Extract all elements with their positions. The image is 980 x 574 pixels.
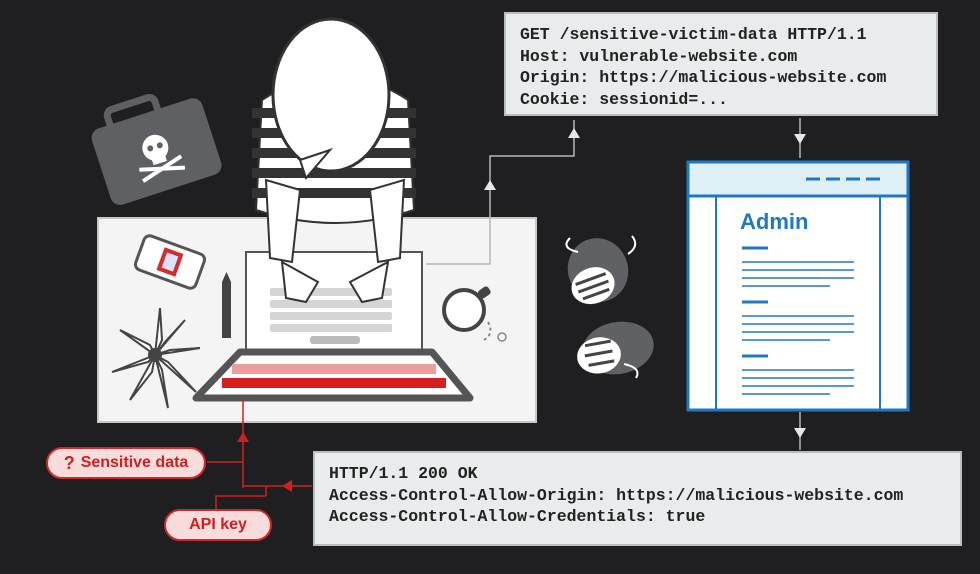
sensitive-data-text: Sensitive data — [80, 454, 189, 471]
admin-page-title: Admin — [740, 209, 809, 234]
request-arrow-top-icon — [568, 128, 580, 138]
response-arrow-icon — [282, 480, 292, 492]
request-line: Host: vulnerable-website.com — [520, 46, 798, 66]
admin-page-window — [686, 160, 910, 412]
http-response-box: HTTP/1.1 200 OK Access-Control-Allow-Orig… — [313, 451, 962, 546]
request-line: Cookie: sessionid=... — [520, 89, 728, 109]
response-line: Access-Control-Allow-Origin: https://mal… — [329, 485, 904, 505]
laptop-arrow-icon — [237, 432, 249, 442]
request-to-admin-connector — [794, 118, 806, 158]
briefcase-skull-icon — [91, 93, 222, 205]
question-mark-icon: ? — [63, 452, 75, 473]
api-key-text: API key — [189, 516, 247, 533]
response-line: Access-Control-Allow-Credentials: true — [329, 507, 706, 526]
request-line: Origin: https://malicious-website.com — [520, 68, 887, 87]
api-key-label: API key — [164, 509, 272, 541]
admin-to-response-connector — [794, 412, 806, 450]
shoes-icon — [565, 235, 654, 379]
sensitive-data-label: ? Sensitive data — [46, 447, 206, 479]
response-line: HTTP/1.1 200 OK — [329, 464, 478, 483]
request-line: GET /sensitive-victim-data HTTP/1.1 — [520, 25, 867, 44]
http-request-box: GET /sensitive-victim-data HTTP/1.1 Host:… — [504, 12, 938, 116]
request-arrow-icon — [484, 180, 496, 190]
pen-icon — [222, 272, 231, 338]
